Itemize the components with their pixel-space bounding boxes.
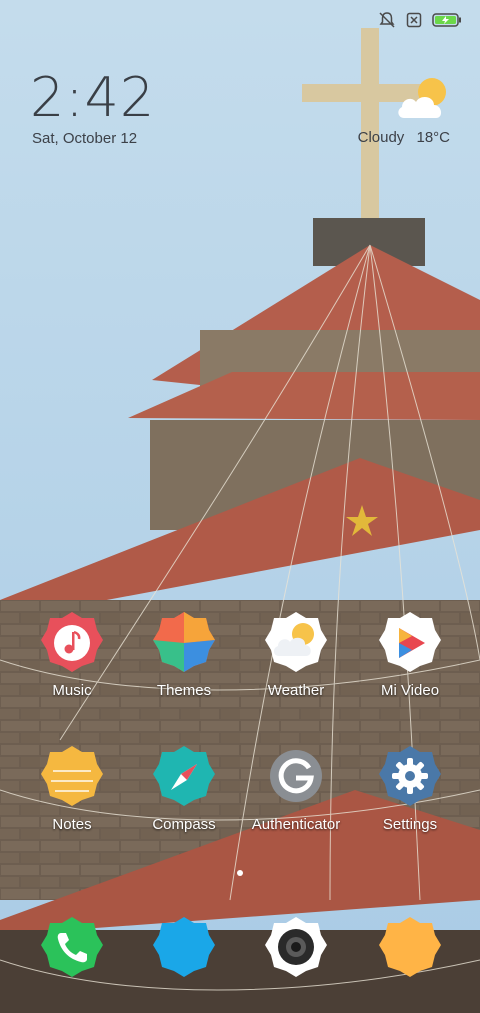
app-authenticator[interactable]: Authenticator [241,744,351,833]
compass-icon [151,744,217,810]
app-label: Weather [267,682,325,699]
app-label: Mi Video [380,682,440,699]
status-bar [378,8,462,32]
sim-off-icon [406,12,422,28]
app-weather[interactable]: Weather [241,610,351,699]
partly-cloudy-icon [396,74,452,129]
dock-phone[interactable] [17,915,127,981]
app-label: Themes [156,682,212,699]
messages-icon [151,915,217,981]
app-notes[interactable]: Notes [17,744,127,833]
weather-temperature: 18°C [416,129,450,146]
dock-camera[interactable] [241,915,351,981]
app-label: Music [52,682,92,699]
weather-widget[interactable]: Cloudy 18°C [322,74,452,154]
page-indicator [0,870,480,876]
clock-date[interactable]: Sat, October 12 [32,130,137,147]
app-compass[interactable]: Compass [129,744,239,833]
notes-icon [39,744,105,810]
app-label: Notes [52,816,92,833]
weather-condition: Cloudy [357,129,405,146]
page-dot[interactable] [237,870,243,876]
themes-icon [151,610,217,676]
play-icon [377,610,443,676]
dock-messages[interactable] [129,915,239,981]
weather-icon [263,610,329,676]
bell-off-icon [378,11,396,29]
clock-time[interactable]: 2:42 [30,66,155,129]
app-settings[interactable]: Settings [355,744,465,833]
app-label: Settings [382,816,438,833]
camera-icon [263,915,329,981]
app-label: Authenticator [251,816,341,833]
app-mi-video[interactable]: Mi Video [355,610,465,699]
dock-browser[interactable] [355,915,465,981]
music-note-icon [39,610,105,676]
battery-charging-icon [432,13,462,27]
settings-gear-icon [377,744,443,810]
app-themes[interactable]: Themes [129,610,239,699]
authenticator-icon [263,744,329,810]
app-music[interactable]: Music [17,610,127,699]
phone-icon [39,915,105,981]
browser-icon [377,915,443,981]
app-label: Compass [152,816,216,833]
